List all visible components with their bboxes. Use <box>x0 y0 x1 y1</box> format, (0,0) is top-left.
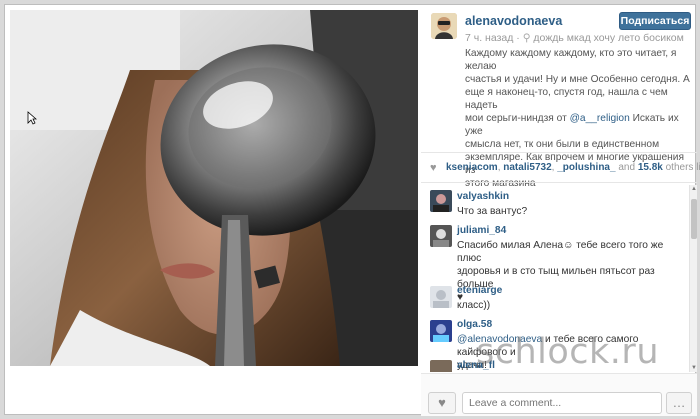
caption-line: мои серьги-ниндзя от @a__religion Искать… <box>465 112 691 138</box>
likes-and: and <box>618 162 636 173</box>
caption-line: счастья и удачи! Ну и мне Особенно сегод… <box>465 74 690 85</box>
scroll-up-arrow-icon[interactable]: ▲ <box>690 185 698 193</box>
screen-background: alenavodonaeva Подписаться 7 ч. назад · … <box>0 0 700 419</box>
post-meta: 7 ч. назад · ⚲ дождь мкад хочу лето боси… <box>465 32 684 44</box>
commenter-avatar[interactable] <box>430 225 452 247</box>
commenter-avatar[interactable] <box>430 360 452 372</box>
watermark: schlock.ru <box>476 332 660 372</box>
heart-icon: ♥ <box>438 395 446 410</box>
comment-line: класс)) <box>457 300 491 311</box>
liker-username[interactable]: natali5732 <box>503 162 551 173</box>
mouse-cursor-icon <box>27 111 37 125</box>
likes-text: kseniacom, natali5732, _polushina_ and 1… <box>446 162 700 173</box>
comment-text: класс)) <box>457 299 685 312</box>
commenter-avatar[interactable] <box>430 286 452 308</box>
caption-text: мои серьги-ниндзя от <box>465 113 570 124</box>
caption-line: смысла нет, тк они были в единственном <box>465 139 660 150</box>
location-pin-icon: ⚲ <box>522 32 531 44</box>
commenter-avatar[interactable] <box>430 320 452 342</box>
caption-line: еще я наконец-то, спустя год, нашла с че… <box>465 87 668 111</box>
likes-count[interactable]: 15.8k <box>638 162 663 173</box>
comment-line: Что за вантус? <box>457 206 528 217</box>
caption-line: Каждому каждому каждому, кто это читает,… <box>465 48 677 72</box>
scroll-down-arrow-icon[interactable]: ▼ <box>690 364 698 372</box>
scroll-thumb[interactable] <box>691 199 697 239</box>
commenter-avatar[interactable] <box>430 190 452 212</box>
commenter-username[interactable]: olga.58 <box>457 319 492 330</box>
more-options-button[interactable]: … <box>666 392 692 414</box>
author-username[interactable]: alenavodonaeva <box>465 14 562 28</box>
comment-line: Спасибо милая Алена☺ тебе всего того же … <box>457 240 664 264</box>
comment-footer: ♥ … <box>421 373 697 416</box>
likes-others: others like this. <box>665 162 700 173</box>
author-avatar[interactable] <box>431 13 457 39</box>
commenter-username[interactable]: eteniarge <box>457 285 502 296</box>
liker-username[interactable]: _polushina_ <box>557 162 615 173</box>
comment-text: Что за вантус? <box>457 205 685 218</box>
heart-icon: ♥ <box>430 162 437 174</box>
post-time: 7 ч. назад <box>465 32 514 44</box>
photo-image <box>10 10 418 366</box>
like-button[interactable]: ♥ <box>428 392 456 414</box>
commenter-username[interactable]: juliami_84 <box>457 225 506 236</box>
post-photo[interactable] <box>10 10 418 366</box>
follow-button[interactable]: Подписаться <box>619 12 691 30</box>
comments-scrollbar[interactable]: ▲ ▼ <box>689 185 697 372</box>
post-location[interactable]: дождь мкад хочу лето босиком <box>533 32 684 44</box>
comment-input[interactable] <box>462 392 662 414</box>
liker-username[interactable]: kseniacom <box>446 162 498 173</box>
commenter-username[interactable]: valyashkin <box>457 191 509 202</box>
caption-mention[interactable]: @a__religion <box>570 113 630 124</box>
post-header: alenavodonaeva Подписаться 7 ч. назад · … <box>421 5 697 189</box>
likes-bar: ♥ kseniacom, natali5732, _polushina_ and… <box>421 153 700 183</box>
